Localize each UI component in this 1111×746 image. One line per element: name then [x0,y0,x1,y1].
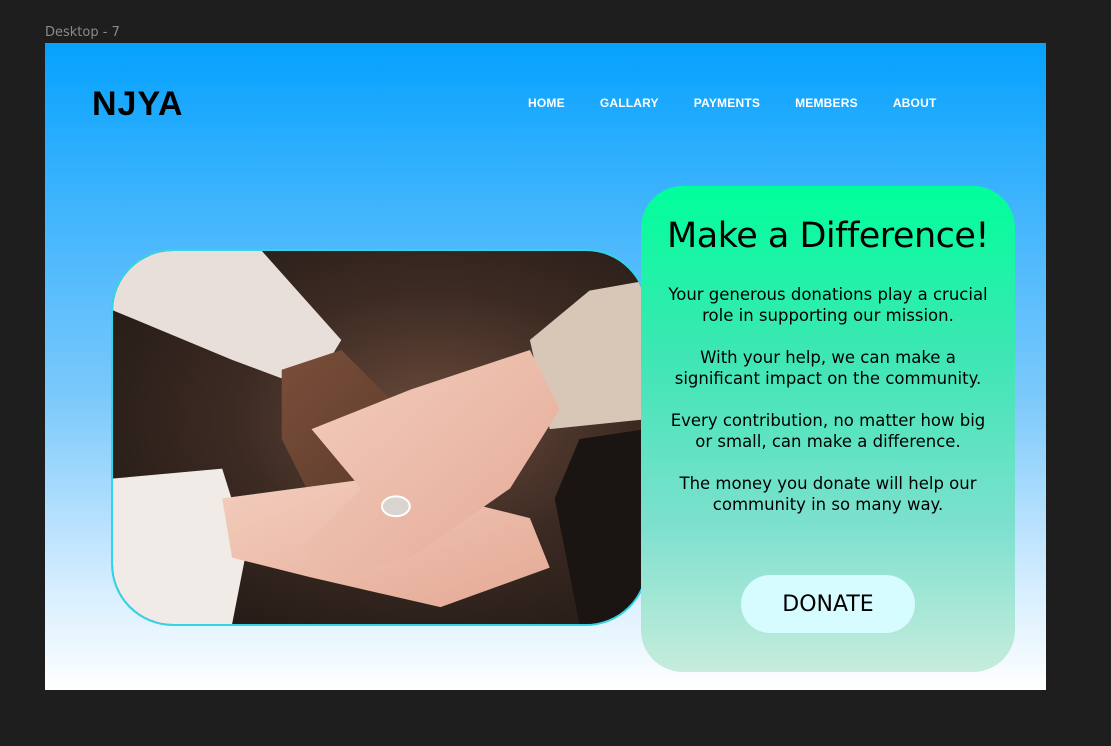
donate-button[interactable]: DONATE [741,575,915,633]
nav-members[interactable]: MEMBERS [795,96,858,110]
card-paragraph: Every contribution, no matter how big or… [670,411,986,451]
hands-illustration [113,251,646,624]
card-paragraph: The money you donate will help our commu… [679,474,977,514]
nav-payments[interactable]: PAYMENTS [694,96,760,110]
card-paragraph: With your help, we can make a significan… [674,348,982,388]
hero-image [111,249,648,626]
card-paragraph: Your generous donations play a crucial r… [668,285,988,325]
frame-label: Desktop - 7 [45,25,120,40]
desktop-frame: NJYA HOME GALLARY PAYMENTS MEMBERS ABOUT [45,43,1046,690]
site-logo[interactable]: NJYA [92,85,184,124]
main-nav: HOME GALLARY PAYMENTS MEMBERS ABOUT [528,96,971,110]
donation-card: Make a Difference! Your generous donatio… [641,186,1015,672]
nav-home[interactable]: HOME [528,96,565,110]
nav-about[interactable]: ABOUT [893,96,937,110]
card-title: Make a Difference! [667,216,989,256]
nav-gallary[interactable]: GALLARY [600,96,659,110]
card-body: Your generous donations play a crucial r… [641,284,1015,515]
